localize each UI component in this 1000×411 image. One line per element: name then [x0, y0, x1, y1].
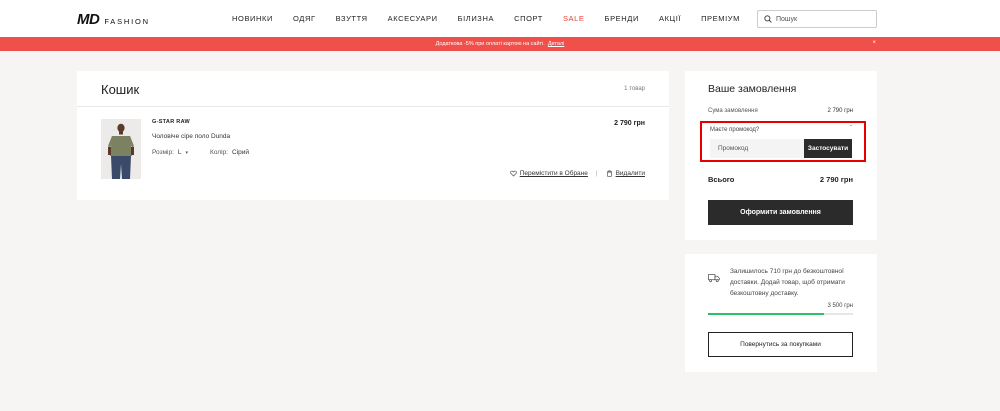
- site-header: MD FASHION НОВИНКИ ОДЯГ ВЗУТТЯ АКСЕСУАРИ…: [0, 0, 1000, 37]
- total-value: 2 790 грн: [819, 175, 853, 184]
- product-name[interactable]: Чоловіче сіре поло Dunda: [152, 133, 230, 140]
- promo-banner: Додаткова -5% при оплаті картою на сайті…: [0, 37, 1000, 51]
- product-actions: Перемістити в Обране | Видалити: [509, 170, 645, 177]
- free-shipping-panel: Залишилось 710 грн до безкоштовної доста…: [685, 254, 877, 372]
- nav-item-aktsii[interactable]: АКЦІЇ: [659, 14, 681, 23]
- nav-item-brendy[interactable]: БРЕНДИ: [605, 14, 639, 23]
- product-brand[interactable]: G-STAR RAW: [152, 119, 190, 125]
- logo-fashion: FASHION: [104, 17, 150, 26]
- search-icon: [764, 15, 772, 23]
- move-to-favorites-link[interactable]: Перемістити в Обране: [509, 170, 588, 177]
- main-nav: НОВИНКИ ОДЯГ ВЗУТТЯ АКСЕСУАРИ БІЛИЗНА СП…: [232, 14, 760, 23]
- nav-item-sale[interactable]: SALE: [563, 14, 585, 23]
- free-shipping-progress: [708, 313, 853, 315]
- divider: [77, 106, 669, 107]
- cart-panel: Кошик 1 товар G-STAR RAW Чоловіче сіре п…: [77, 71, 669, 200]
- page-title: Кошик: [101, 82, 140, 97]
- heart-icon: [509, 170, 517, 177]
- nav-item-aksesuary[interactable]: АКСЕСУАРИ: [388, 14, 438, 23]
- color-value: Сірий: [231, 149, 249, 156]
- apply-promo-button[interactable]: Застосувати: [804, 139, 852, 158]
- order-summary: Ваше замовлення Сума замовлення 2 790 гр…: [685, 71, 877, 240]
- promo-banner-text: Додаткова -5% при оплаті картою на сайті…: [435, 41, 545, 47]
- subtotal-value: 2 790 грн: [827, 108, 853, 114]
- logo-md: MD: [77, 11, 100, 28]
- size-select[interactable]: L: [178, 149, 182, 156]
- total-row: Всього 2 790 грн: [708, 175, 853, 184]
- logo[interactable]: MD FASHION: [77, 11, 150, 28]
- cart-item-count: 1 товар: [624, 86, 645, 92]
- promo-code-section: Маєте промокод? ˆ Застосувати: [700, 121, 866, 162]
- subtotal-label: Сума замовлення: [708, 108, 758, 114]
- nav-item-vzuttia[interactable]: ВЗУТТЯ: [336, 14, 368, 23]
- free-shipping-threshold: 3 500 грн: [827, 303, 853, 309]
- move-to-favorites-label: Перемістити в Обране: [519, 170, 588, 177]
- free-shipping-progress-fill: [708, 313, 824, 315]
- trash-icon: [606, 170, 612, 177]
- nav-item-premium[interactable]: ПРЕМІУМ: [701, 14, 740, 23]
- delete-label: Видалити: [615, 170, 645, 177]
- chevron-up-icon[interactable]: ˆ: [850, 126, 852, 132]
- summary-title: Ваше замовлення: [708, 83, 797, 95]
- search-input[interactable]: [776, 15, 876, 23]
- nav-item-sport[interactable]: СПОРТ: [514, 14, 543, 23]
- delete-link[interactable]: Видалити: [606, 170, 645, 177]
- nav-item-odiah[interactable]: ОДЯГ: [293, 14, 316, 23]
- subtotal-row: Сума замовлення 2 790 грн: [708, 108, 853, 114]
- promo-code-toggle[interactable]: Маєте промокод?: [710, 127, 759, 133]
- product-price: 2 790 грн: [614, 120, 645, 127]
- nav-item-bilyzna[interactable]: БІЛИЗНА: [458, 14, 494, 23]
- product-image[interactable]: [101, 119, 141, 179]
- continue-shopping-button[interactable]: Повернутись за покупками: [708, 332, 853, 357]
- total-label: Всього: [708, 175, 735, 184]
- nav-item-novynky[interactable]: НОВИНКИ: [232, 14, 273, 23]
- close-icon[interactable]: ×: [872, 40, 876, 46]
- color-label: Колір:: [210, 149, 228, 156]
- chevron-down-icon[interactable]: ▾: [186, 150, 189, 156]
- free-shipping-message: Залишилось 710 грн до безкоштовної доста…: [730, 268, 845, 297]
- truck-icon: [708, 274, 720, 283]
- product-options: Розмір: L ▾ Колір: Сірий: [152, 149, 249, 156]
- promo-code-input[interactable]: [710, 139, 804, 158]
- search-box[interactable]: [757, 10, 877, 28]
- checkout-button[interactable]: Оформити замовлення: [708, 200, 853, 225]
- actions-separator: |: [595, 170, 598, 177]
- promo-banner-details-link[interactable]: Деталі: [548, 41, 565, 47]
- size-label: Розмір:: [152, 149, 174, 156]
